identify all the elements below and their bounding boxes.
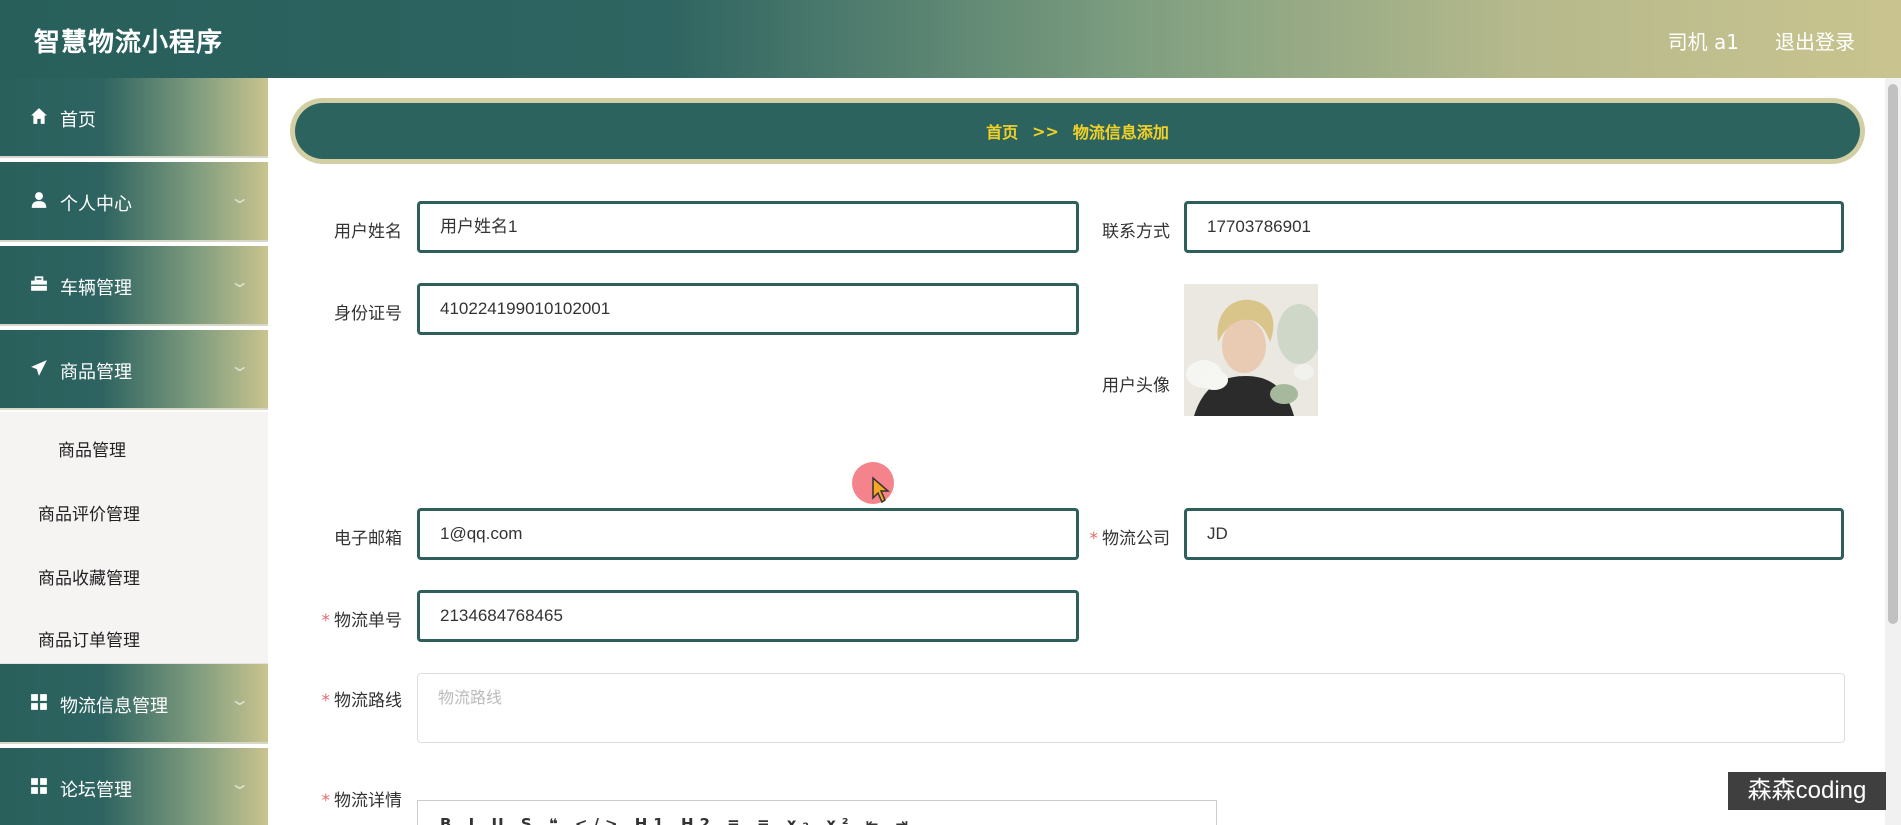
main-scrollbar[interactable] [1885,78,1901,825]
sidebar: 首页 个人中心 ⌄ 车辆管理 ⌄ 商品管理 ⌄ 商品管理 商品评价管理 商品收藏… [0,78,268,825]
sidebar-item-forum-management[interactable]: 论坛管理 ⌄ [0,748,268,825]
chevron-down-icon: ⌄ [228,690,251,709]
required-mark: * [321,691,331,711]
chevron-down-icon: ⌄ [228,272,251,291]
submenu-item-goods-favorites[interactable]: 商品收藏管理 [38,564,140,589]
breadcrumb-home[interactable]: 首页 [986,119,1018,143]
company-label: * 物流公司 [1089,529,1171,549]
send-icon [31,360,47,376]
sidebar-item-vehicle-management[interactable]: 车辆管理 ⌄ [0,246,268,326]
breadcrumb-separator: >> [1032,121,1059,141]
email-label: 电子邮箱 [334,529,402,549]
scrollbar-thumb[interactable] [1888,84,1898,624]
app-title: 智慧物流小程序 [34,28,224,58]
briefcase-icon [31,276,47,291]
rich-text-editor-toolbar[interactable]: B I U S ❝ </> H1 H2 ≡ ≡ x₂ x² ⇤ ⇥ [417,800,1217,825]
home-icon [31,108,47,124]
tracking-number-input[interactable]: 2134684768465 [417,590,1079,642]
chevron-down-icon: ⌄ [228,774,251,793]
sidebar-item-goods-management[interactable]: 商品管理 ⌄ [0,330,268,410]
grid-icon [31,694,47,710]
avatar-portrait [1184,284,1318,416]
chevron-down-icon: ⌄ [228,188,251,207]
idcard-label: 身份证号 [334,304,402,324]
header-user-area: 司机 a1 退出登录 [1668,26,1855,55]
required-mark: * [1089,529,1099,549]
route-label: * 物流路线 [321,691,403,711]
chevron-up-icon: ⌄ [228,356,251,375]
grid-icon [31,778,47,794]
sidebar-item-label: 商品管理 [60,362,132,382]
breadcrumb-current: 物流信息添加 [1072,123,1169,142]
sidebar-item-logistics-info[interactable]: 物流信息管理 ⌄ [0,664,268,744]
contact-label: 联系方式 [1102,222,1170,242]
current-user-label[interactable]: 司机 a1 [1668,26,1739,55]
tracking-label: * 物流单号 [321,611,403,631]
details-label: * 物流详情 [321,791,403,811]
idcard-input[interactable]: 410224199010102001 [417,283,1079,335]
sidebar-item-personal-center[interactable]: 个人中心 ⌄ [0,162,268,242]
sidebar-item-label: 物流信息管理 [60,696,168,716]
contact-input[interactable]: 17703786901 [1184,201,1844,253]
username-label: 用户姓名 [334,222,402,242]
avatar-label: 用户头像 [1102,376,1170,396]
watermark-label: 森森coding [1728,772,1886,810]
user-avatar-image[interactable] [1184,284,1318,416]
company-input[interactable]: JD [1184,508,1844,560]
sidebar-item-label: 个人中心 [60,194,132,214]
sidebar-item-home[interactable]: 首页 [0,78,268,158]
sidebar-item-label: 论坛管理 [60,780,132,800]
submenu-item-goods-review[interactable]: 商品评价管理 [38,500,140,525]
required-mark: * [321,791,331,811]
email-input[interactable]: 1@qq.com [417,508,1079,560]
user-icon [31,192,47,208]
sidebar-item-label: 车辆管理 [60,278,132,298]
submenu-item-goods[interactable]: 商品管理 [58,436,126,461]
top-header: 智慧物流小程序 司机 a1 退出登录 [0,0,1901,78]
username-input[interactable]: 用户姓名1 [417,201,1079,253]
breadcrumb: 首页 >> 物流信息添加 [290,98,1865,164]
mouse-pointer-icon [872,476,891,504]
goods-submenu: 商品管理 商品评价管理 商品收藏管理 商品订单管理 [0,412,268,664]
route-textarea[interactable]: 物流路线 [417,673,1845,743]
submenu-item-goods-orders[interactable]: 商品订单管理 [38,626,140,651]
required-mark: * [321,611,331,631]
sidebar-item-label: 首页 [60,110,96,130]
logout-button[interactable]: 退出登录 [1775,26,1855,55]
